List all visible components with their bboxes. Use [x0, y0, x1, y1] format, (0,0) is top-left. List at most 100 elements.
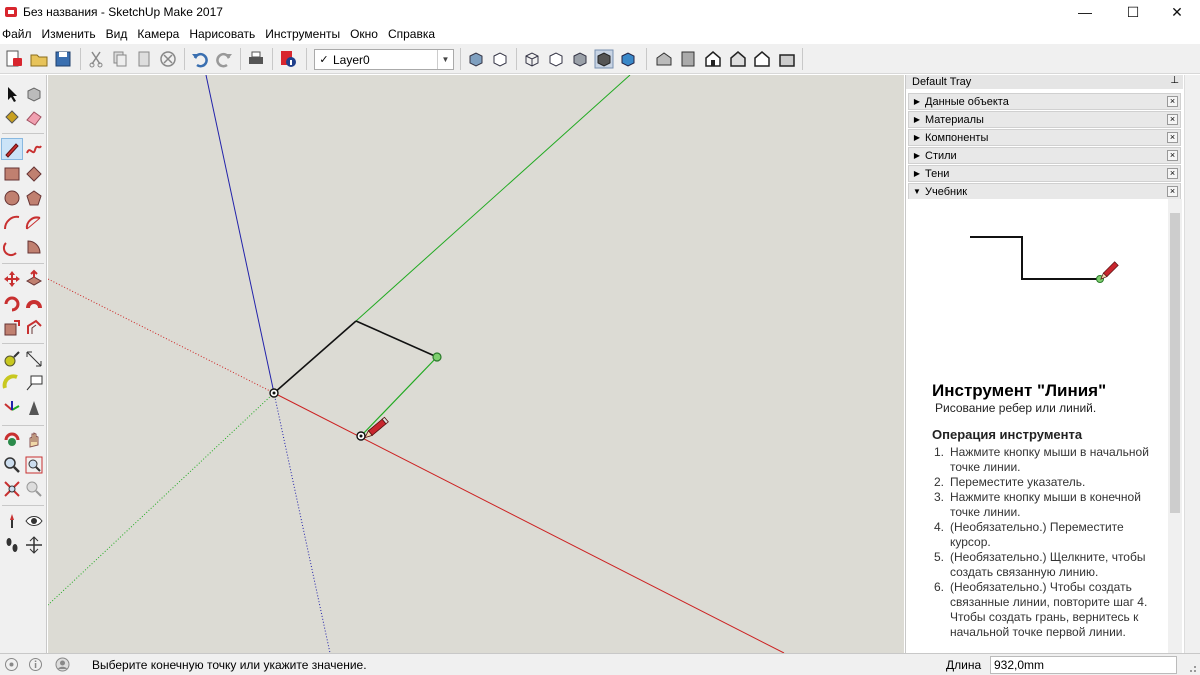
walk-footprints-icon[interactable] — [2, 535, 22, 555]
menu-tools[interactable]: Инструменты — [260, 24, 345, 44]
arc-icon[interactable] — [2, 213, 22, 233]
scale-icon[interactable] — [2, 318, 22, 338]
undo-icon[interactable] — [190, 49, 210, 69]
close-icon[interactable]: × — [1167, 168, 1178, 179]
drawn-edge[interactable] — [355, 320, 438, 358]
save-icon[interactable] — [53, 49, 73, 69]
circle-icon[interactable] — [2, 188, 22, 208]
close-icon[interactable]: × — [1167, 150, 1178, 161]
monochrome-icon[interactable] — [618, 49, 638, 69]
shaded-textures-icon[interactable] — [594, 49, 614, 69]
protractor-icon[interactable] — [2, 373, 22, 393]
drawn-edge[interactable] — [273, 320, 357, 394]
model-viewport[interactable] — [48, 75, 904, 653]
left-view-icon[interactable] — [777, 49, 797, 69]
hidden-line-icon[interactable] — [546, 49, 566, 69]
panel-instructor[interactable]: ▼ Учебник × — [908, 183, 1181, 200]
rectangle-icon[interactable] — [2, 164, 22, 184]
look-around-eye-icon[interactable] — [24, 511, 44, 531]
resize-grip-icon[interactable] — [1184, 656, 1198, 674]
tray-scroll-thumb[interactable] — [1170, 213, 1180, 513]
model-info-icon[interactable] — [278, 49, 298, 69]
offset-icon[interactable] — [24, 318, 44, 338]
dimension-icon[interactable] — [24, 349, 44, 369]
back-edges-icon[interactable] — [490, 49, 510, 69]
open-folder-icon[interactable] — [29, 49, 49, 69]
make-component-icon[interactable] — [24, 84, 44, 104]
shaded-icon[interactable] — [570, 49, 590, 69]
credits-info-icon[interactable] — [28, 657, 43, 672]
pan-hand-icon[interactable] — [24, 430, 44, 450]
close-icon[interactable]: × — [1167, 96, 1178, 107]
front-view-icon[interactable] — [703, 49, 723, 69]
tray-scrollbar[interactable] — [1168, 199, 1182, 653]
wireframe-icon[interactable] — [522, 49, 542, 69]
panel-materials[interactable]: ▶ Материалы × — [908, 111, 1181, 128]
line-tool-pencil-icon[interactable] — [1, 138, 23, 160]
text-icon[interactable] — [24, 373, 44, 393]
redo-icon[interactable] — [214, 49, 234, 69]
close-icon[interactable]: × — [1167, 132, 1178, 143]
copy-icon[interactable] — [110, 49, 130, 69]
rotate-icon[interactable] — [2, 294, 22, 314]
3d-text-icon[interactable] — [24, 398, 44, 418]
orbit-icon[interactable] — [2, 430, 22, 450]
axes-icon[interactable] — [2, 398, 22, 418]
panel-styles[interactable]: ▶ Стили × — [908, 147, 1181, 164]
rotated-rectangle-icon[interactable] — [24, 164, 44, 184]
paste-icon[interactable] — [134, 49, 154, 69]
user-account-icon[interactable] — [55, 657, 70, 672]
polygon-icon[interactable] — [24, 188, 44, 208]
panel-entity-info[interactable]: ▶ Данные объекта × — [908, 93, 1181, 110]
zoom-extents-icon[interactable] — [2, 479, 22, 499]
tray-header[interactable]: Default Tray ⊥ — [906, 75, 1183, 89]
menu-edit[interactable]: Изменить — [37, 24, 101, 44]
measurement-input[interactable]: 932,0mm — [990, 656, 1177, 674]
two-point-arc-icon[interactable] — [24, 213, 44, 233]
push-pull-icon[interactable] — [24, 269, 44, 289]
zoom-icon[interactable] — [2, 455, 22, 475]
three-point-arc-icon[interactable] — [2, 237, 22, 257]
window-scrollbar[interactable] — [1184, 75, 1200, 653]
geo-location-icon[interactable] — [4, 657, 19, 672]
close-icon[interactable]: × — [1167, 186, 1178, 197]
maximize-button[interactable]: ☐ — [1110, 0, 1156, 24]
panel-shadows[interactable]: ▶ Тени × — [908, 165, 1181, 182]
select-arrow-icon[interactable] — [2, 84, 22, 104]
panel-components[interactable]: ▶ Компоненты × — [908, 129, 1181, 146]
menu-view[interactable]: Вид — [101, 24, 133, 44]
section-plane-icon[interactable] — [24, 535, 44, 555]
print-icon[interactable] — [246, 49, 266, 69]
new-file-icon[interactable] — [4, 49, 24, 69]
zoom-window-icon[interactable] — [24, 455, 44, 475]
tape-measure-icon[interactable] — [2, 349, 22, 369]
pin-icon[interactable]: ⊥ — [1170, 75, 1179, 86]
menu-help[interactable]: Справка — [383, 24, 440, 44]
pie-icon[interactable] — [24, 237, 44, 257]
position-camera-icon[interactable] — [2, 511, 22, 531]
menu-window[interactable]: Окно — [345, 24, 383, 44]
erase-icon[interactable] — [158, 49, 178, 69]
follow-me-icon[interactable] — [24, 294, 44, 314]
menu-camera[interactable]: Камера — [132, 24, 184, 44]
freehand-icon[interactable] — [24, 139, 44, 159]
close-button[interactable]: ✕ — [1154, 0, 1200, 24]
paint-bucket-icon[interactable] — [2, 108, 22, 128]
right-view-icon[interactable] — [728, 49, 748, 69]
menu-draw[interactable]: Нарисовать — [184, 24, 260, 44]
top-view-icon[interactable] — [678, 49, 698, 69]
close-icon[interactable]: × — [1167, 114, 1178, 125]
tutorial-title: Инструмент "Линия" — [932, 381, 1107, 400]
back-view-icon[interactable] — [752, 49, 772, 69]
minimize-button[interactable]: — — [1062, 0, 1108, 24]
viewport-drawing[interactable] — [48, 75, 904, 653]
chevron-down-icon[interactable]: ▼ — [437, 50, 453, 69]
eraser-icon[interactable] — [24, 108, 44, 128]
menu-file[interactable]: Файл — [0, 24, 37, 44]
layer-dropdown[interactable]: ✓ Layer0 ▼ — [314, 49, 454, 70]
move-icon[interactable] — [2, 269, 22, 289]
cut-icon[interactable] — [86, 49, 106, 69]
iso-view-icon[interactable] — [654, 49, 674, 69]
xray-icon[interactable] — [466, 49, 486, 69]
previous-view-icon[interactable] — [24, 479, 44, 499]
